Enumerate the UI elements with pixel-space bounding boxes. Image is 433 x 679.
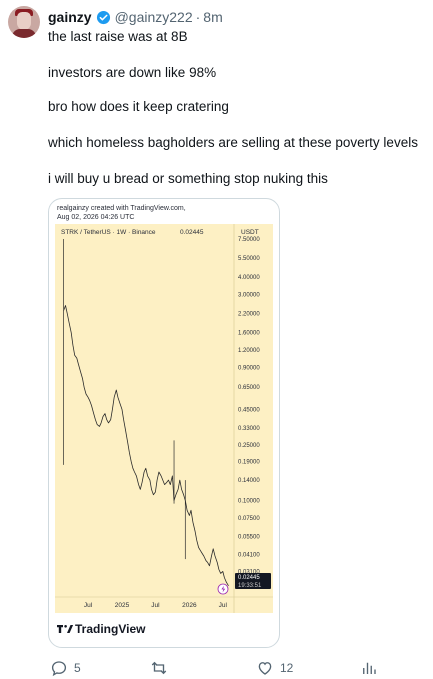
y-tick-label: 0.25000 bbox=[238, 443, 260, 449]
avatar[interactable] bbox=[8, 6, 40, 38]
symbol-title: STRK / TetherUS · 1W · Binance bbox=[61, 229, 156, 236]
y-tick-label: 0.33000 bbox=[238, 426, 260, 432]
like-count: 12 bbox=[280, 661, 294, 675]
y-tick-label: 0.05500 bbox=[238, 535, 260, 541]
y-tick-label: 0.04100 bbox=[238, 552, 260, 558]
avatar-shirt bbox=[12, 29, 36, 38]
y-tick-label: 0.45000 bbox=[238, 407, 260, 413]
avatar-face bbox=[17, 12, 31, 30]
tweet-timestamp[interactable]: 8m bbox=[203, 9, 222, 25]
price-chart: realgainzy created with TradingView.com,… bbox=[55, 205, 273, 636]
tweet-text-line: which homeless bagholders are selling at… bbox=[48, 135, 418, 150]
y-tick-label: 4.00000 bbox=[238, 275, 260, 281]
chart-image-card[interactable]: realgainzy created with TradingView.com,… bbox=[48, 198, 280, 648]
reply-count: 5 bbox=[74, 661, 81, 675]
y-tick-label: 1.60000 bbox=[238, 331, 260, 337]
created-at-text: Aug 02, 2026 04:26 UTC bbox=[57, 214, 134, 221]
tweet-header: gainzy @gainzy222 · 8m bbox=[48, 8, 223, 26]
y-tick-label: 0.65000 bbox=[238, 385, 260, 391]
x-tick-label: Jul bbox=[84, 602, 93, 609]
y-tick-label: 7.50000 bbox=[238, 237, 260, 243]
currency-label: USDT bbox=[241, 229, 259, 236]
y-tick-label: 5.50000 bbox=[238, 256, 260, 262]
tweet-text-line: the last raise was at 8B bbox=[48, 29, 188, 44]
y-tick-label: 2.20000 bbox=[238, 311, 260, 317]
repost-icon bbox=[151, 661, 167, 675]
reply-button[interactable]: 5 bbox=[50, 658, 81, 678]
author-name[interactable]: gainzy bbox=[48, 9, 92, 25]
y-tick-label: 3.00000 bbox=[238, 292, 260, 298]
repost-button[interactable] bbox=[150, 658, 174, 678]
tweet-text-line: investors are down like 98% bbox=[48, 65, 217, 80]
y-tick-label: 0.07500 bbox=[238, 516, 260, 522]
views-bar-chart-icon bbox=[363, 662, 376, 674]
reply-icon bbox=[51, 661, 67, 677]
last-price-value: 0.02445 bbox=[238, 575, 260, 581]
x-tick-label: Jul bbox=[151, 602, 160, 609]
created-by-text: realgainzy created with TradingView.com, bbox=[57, 205, 186, 212]
like-button[interactable]: 12 bbox=[256, 658, 293, 678]
views-button[interactable] bbox=[360, 658, 384, 678]
verified-badge-icon bbox=[96, 10, 110, 24]
symbol-last-value: 0.02445 bbox=[180, 229, 204, 236]
y-tick-label: 0.14000 bbox=[238, 478, 260, 484]
y-tick-label: 1.20000 bbox=[238, 348, 260, 354]
y-tick-label: 0.10000 bbox=[238, 498, 260, 504]
tradingview-logo-icon bbox=[57, 625, 74, 633]
author-handle[interactable]: @gainzy222 bbox=[115, 9, 193, 25]
tweet-text-line: bro how does it keep cratering bbox=[48, 99, 229, 114]
separator-dot: · bbox=[195, 9, 201, 25]
x-tick-label: 2026 bbox=[182, 602, 197, 609]
x-tick-label: Jul bbox=[219, 602, 228, 609]
heart-icon bbox=[258, 662, 272, 675]
y-tick-label: 0.90000 bbox=[238, 365, 260, 371]
y-tick-label: 0.19000 bbox=[238, 460, 260, 466]
x-tick-label: 2025 bbox=[115, 602, 130, 609]
tradingview-brand-text: TradingView bbox=[75, 622, 146, 636]
tweet-text-line: i will buy u bread or something stop nuk… bbox=[48, 171, 328, 186]
bar-countdown: 19:33:51 bbox=[238, 583, 262, 589]
